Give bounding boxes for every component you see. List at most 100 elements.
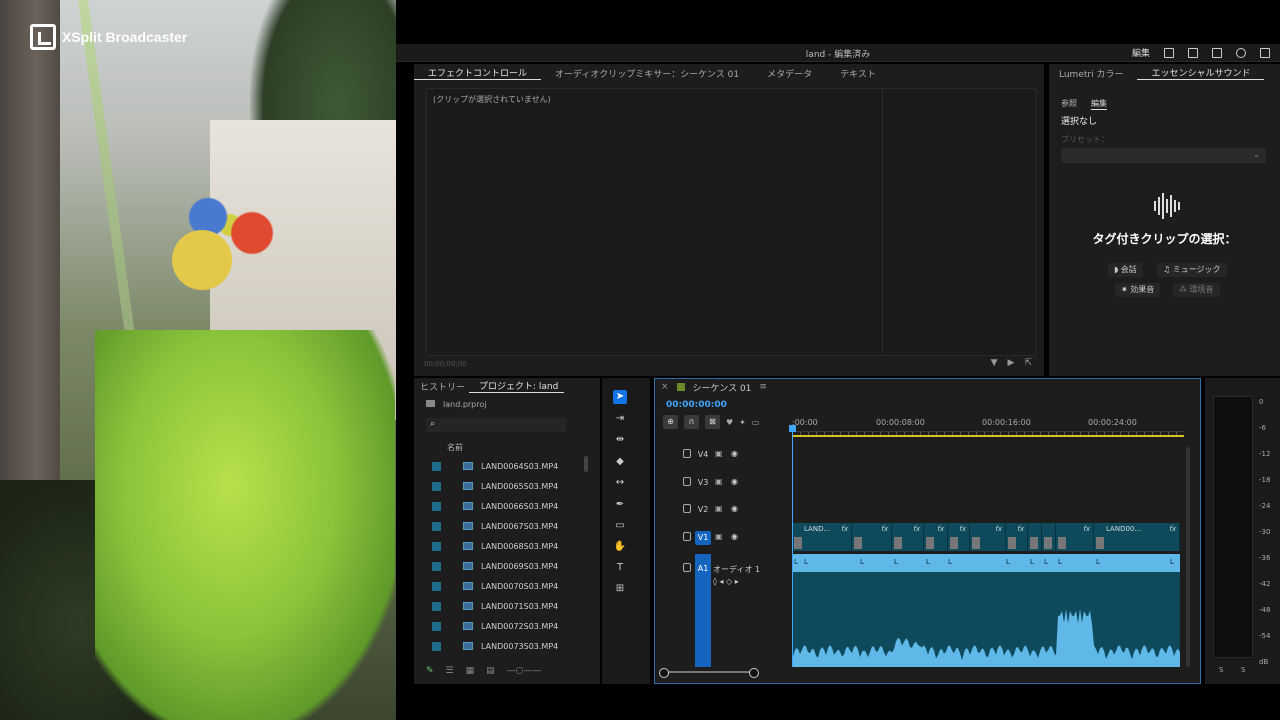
list-item[interactable]: LAND0067S03.MP4 — [432, 516, 592, 536]
tab-effect-controls[interactable]: エフェクトコントロール — [414, 66, 542, 80]
track-select-tool-icon[interactable]: ⇥ — [613, 412, 627, 426]
tab-audio-clip-mixer[interactable]: オーディオクリップミキサー：シーケンス 01 — [541, 67, 753, 80]
playhead[interactable] — [789, 425, 796, 667]
timeline-horizontal-scrollbar[interactable] — [659, 668, 759, 678]
sfx-button[interactable]: ✷ 効果音 — [1115, 283, 1161, 297]
video-clip[interactable]: LAND... fx — [792, 523, 852, 551]
lock-icon[interactable] — [683, 504, 691, 513]
video-clip[interactable]: fx — [970, 523, 1006, 551]
list-item[interactable]: LAND0070S03.MP4 — [432, 576, 592, 596]
list-item[interactable]: LAND0065S03.MP4 — [432, 476, 592, 496]
captions-icon[interactable]: ▭ — [752, 418, 760, 427]
list-item[interactable]: LAND0072S03.MP4 — [432, 616, 592, 636]
tab-metadata[interactable]: メタデータ — [753, 67, 826, 80]
edit-workspace[interactable]: 編集 — [1132, 46, 1150, 59]
video-clip[interactable]: fx — [1056, 523, 1094, 551]
pencil-icon[interactable]: ✎ — [426, 666, 434, 676]
list-item[interactable]: LAND0069S03.MP4 — [432, 556, 592, 576]
list-item[interactable]: LAND0066S03.MP4 — [432, 496, 592, 516]
keyframe-controls[interactable]: ◊ ◂ ◇ ▸ — [713, 577, 739, 586]
solo-left[interactable]: S — [1219, 666, 1223, 674]
razor-tool-icon[interactable]: ◆ — [613, 455, 627, 469]
play-audio-icon[interactable]: ▶ — [1008, 358, 1015, 368]
lock-icon[interactable] — [683, 532, 691, 541]
sync-icon[interactable]: ▣ — [715, 532, 723, 541]
sequence-color-icon — [676, 383, 685, 391]
vertical-type-tool-icon[interactable]: ⊞ — [613, 582, 627, 596]
list-view-icon[interactable]: ☰ — [446, 666, 454, 676]
fullscreen-icon[interactable] — [1260, 47, 1270, 58]
video-clip[interactable]: fx — [892, 523, 924, 551]
video-clip[interactable] — [1028, 523, 1042, 551]
lock-icon[interactable] — [683, 563, 691, 572]
webcam-video-feed: XSplit Broadcaster — [0, 0, 396, 720]
tab-project[interactable]: プロジェクト: land — [469, 379, 565, 393]
icon-view-icon[interactable]: ▦ — [466, 666, 475, 676]
eye-icon[interactable]: ◉ — [731, 449, 738, 458]
timeline-timecode[interactable]: 00:00:00:00 — [666, 400, 727, 410]
close-icon[interactable]: × — [661, 382, 669, 392]
tab-sequence[interactable]: シーケンス 01 — [693, 381, 752, 394]
menu-icon[interactable]: ≡ — [759, 382, 767, 392]
project-search-input[interactable]: ⌕ — [426, 418, 566, 432]
list-item[interactable]: LAND0071S03.MP4 — [432, 596, 592, 616]
track-header-v4[interactable]: V4 ▣ ◉ — [655, 441, 792, 467]
lock-icon[interactable] — [683, 477, 691, 486]
tab-lumetri-color[interactable]: Lumetri カラー — [1049, 67, 1137, 80]
list-item[interactable]: LAND0064S03.MP4 — [432, 456, 592, 476]
eye-icon[interactable]: ◉ — [731, 504, 738, 513]
video-clip[interactable]: fx — [924, 523, 948, 551]
lock-icon[interactable] — [683, 449, 691, 458]
video-clip[interactable]: fx — [852, 523, 892, 551]
slip-tool-icon[interactable]: ↔ — [613, 476, 627, 490]
ripple-edit-tool-icon[interactable]: ⇹ — [613, 433, 627, 447]
hand-tool-icon[interactable]: ✋ — [613, 540, 627, 554]
video-clip[interactable]: fx — [1006, 523, 1028, 551]
add-marker-icon[interactable]: ♥ — [726, 418, 733, 427]
export-icon[interactable]: ⇱ — [1024, 358, 1032, 368]
eye-icon[interactable]: ◉ — [731, 532, 738, 541]
sync-icon[interactable]: ▣ — [715, 449, 723, 458]
dialogue-button[interactable]: ◗ 会話 — [1108, 263, 1143, 277]
music-button[interactable]: ♫ ミュージック — [1157, 263, 1227, 277]
eye-icon[interactable]: ◉ — [731, 477, 738, 486]
tab-history[interactable]: ヒストリー — [414, 380, 469, 393]
track-header-v3[interactable]: V3 ▣ ◉ — [655, 469, 792, 495]
filter-icon[interactable]: ▼ — [991, 358, 998, 368]
preset-dropdown[interactable]: ⌄ — [1061, 148, 1266, 163]
nest-toggle-icon[interactable]: ⊕ — [663, 415, 678, 429]
track-header-v1[interactable]: V1 ▣ ◉ — [655, 524, 792, 550]
share-icon[interactable] — [1188, 47, 1198, 58]
zoom-slider[interactable]: —○—— — [507, 666, 542, 676]
xsplit-logo: XSplit Broadcaster — [30, 24, 187, 50]
video-clip[interactable] — [1042, 523, 1056, 551]
subtab-browse[interactable]: 参照 — [1061, 98, 1077, 110]
tab-text[interactable]: テキスト — [826, 67, 890, 80]
tab-essential-sound[interactable]: エッセンシャルサウンド — [1137, 66, 1265, 80]
sync-icon[interactable]: ▣ — [715, 477, 723, 486]
column-header-name[interactable]: 名前 — [447, 442, 463, 453]
time-ruler[interactable]: :00:00 00:00:08:00 00:00:16:00 00:00:24:… — [792, 415, 1184, 437]
video-clip[interactable]: LAND00... fx — [1094, 523, 1180, 551]
linked-selection-icon[interactable]: ⊠ — [705, 415, 720, 429]
selection-tool-icon[interactable]: ➤ — [613, 390, 627, 404]
pen-tool-icon[interactable]: ✒ — [613, 498, 627, 512]
solo-right[interactable]: S — [1241, 666, 1245, 674]
work-area-bar — [792, 435, 1184, 437]
panel-icon[interactable] — [1164, 47, 1174, 58]
freeform-view-icon[interactable]: ▤ — [486, 666, 495, 676]
subtab-edit[interactable]: 編集 — [1091, 98, 1107, 110]
search-icon[interactable] — [1236, 47, 1246, 58]
sync-icon[interactable]: ▣ — [715, 504, 723, 513]
list-item[interactable]: LAND0068S03.MP4 — [432, 536, 592, 556]
ambience-button[interactable]: ⁂ 環境音 — [1173, 283, 1220, 297]
type-tool-icon[interactable]: T — [613, 561, 627, 575]
track-header-v2[interactable]: V2 ▣ ◉ — [655, 496, 792, 522]
list-item[interactable]: LAND0073S03.MP4 — [432, 636, 592, 656]
video-clip[interactable]: fx — [948, 523, 970, 551]
rectangle-tool-icon[interactable]: ▭ — [613, 519, 627, 533]
menu-icon[interactable] — [1212, 47, 1222, 58]
timeline-vertical-scrollbar[interactable] — [1186, 447, 1190, 667]
settings-icon[interactable]: ✦ — [739, 418, 746, 427]
snap-icon[interactable]: ∩ — [684, 415, 699, 429]
